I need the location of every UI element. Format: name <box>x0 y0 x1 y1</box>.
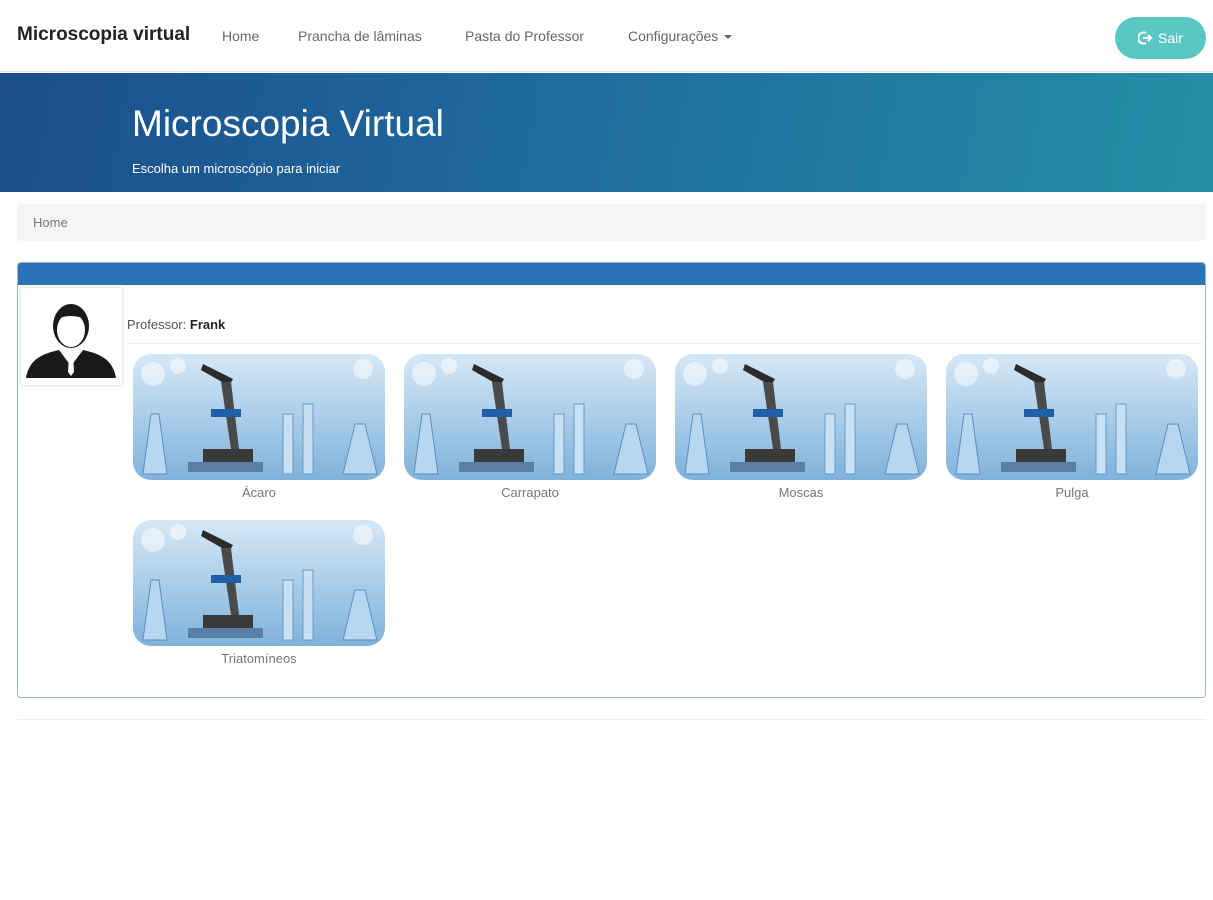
microscope-card-triatomineos[interactable]: Triatomíneos <box>133 520 385 666</box>
microscope-image <box>946 354 1198 480</box>
panel-header <box>18 263 1205 285</box>
microscope-label[interactable]: Triatomíneos <box>133 651 385 666</box>
brand-title[interactable]: Microscopia virtual <box>17 24 190 46</box>
nav-configuracoes-label: Configurações <box>628 28 719 44</box>
nav-prancha-de-laminas[interactable]: Prancha de lâminas <box>298 28 422 44</box>
microscope-card-carrapato[interactable]: Carrapato <box>404 354 656 500</box>
navbar: Microscopia virtual Home Prancha de lâmi… <box>0 0 1213 72</box>
caret-down-icon <box>724 35 733 40</box>
professor-name: Frank <box>189 317 226 332</box>
logout-button[interactable]: Sair <box>1115 17 1206 59</box>
divider <box>127 343 1202 344</box>
sign-out-icon <box>1138 31 1153 45</box>
hero-banner: Microscopia Virtual Escolha um microscóp… <box>0 73 1213 192</box>
microscope-panel: Professor: Frank Ácaro Carrapato Moscas … <box>17 262 1206 698</box>
microscope-thumbnail[interactable] <box>133 520 385 646</box>
microscope-card-pulga[interactable]: Pulga <box>946 354 1198 500</box>
nav-home[interactable]: Home <box>222 28 259 44</box>
logout-label: Sair <box>1158 30 1183 46</box>
nav-configuracoes-dropdown[interactable]: Configurações <box>628 28 733 44</box>
microscope-image <box>133 520 385 646</box>
microscope-thumbnail[interactable] <box>133 354 385 480</box>
microscope-thumbnail[interactable] <box>404 354 656 480</box>
banner-subtitle: Escolha um microscópio para iniciar <box>132 161 341 176</box>
microscope-card-moscas[interactable]: Moscas <box>675 354 927 500</box>
microscope-label[interactable]: Ácaro <box>133 485 385 500</box>
professor-avatar <box>21 288 122 385</box>
user-icon <box>26 304 116 378</box>
breadcrumb-home[interactable]: Home <box>33 215 68 230</box>
banner-title: Microscopia Virtual <box>132 103 444 144</box>
microscope-image <box>675 354 927 480</box>
breadcrumb: Home <box>17 204 1206 241</box>
microscope-thumbnail[interactable] <box>675 354 927 480</box>
microscope-label[interactable]: Moscas <box>675 485 927 500</box>
microscope-image <box>133 354 385 480</box>
footer-divider <box>17 719 1206 720</box>
professor-info: Professor: Frank <box>127 317 225 332</box>
nav-pasta-do-professor[interactable]: Pasta do Professor <box>465 28 584 44</box>
microscope-thumbnail[interactable] <box>946 354 1198 480</box>
microscope-label[interactable]: Carrapato <box>404 485 656 500</box>
microscope-label[interactable]: Pulga <box>946 485 1198 500</box>
microscope-card-acaro[interactable]: Ácaro <box>133 354 385 500</box>
professor-label: Professor: <box>127 317 187 332</box>
microscope-image <box>404 354 656 480</box>
